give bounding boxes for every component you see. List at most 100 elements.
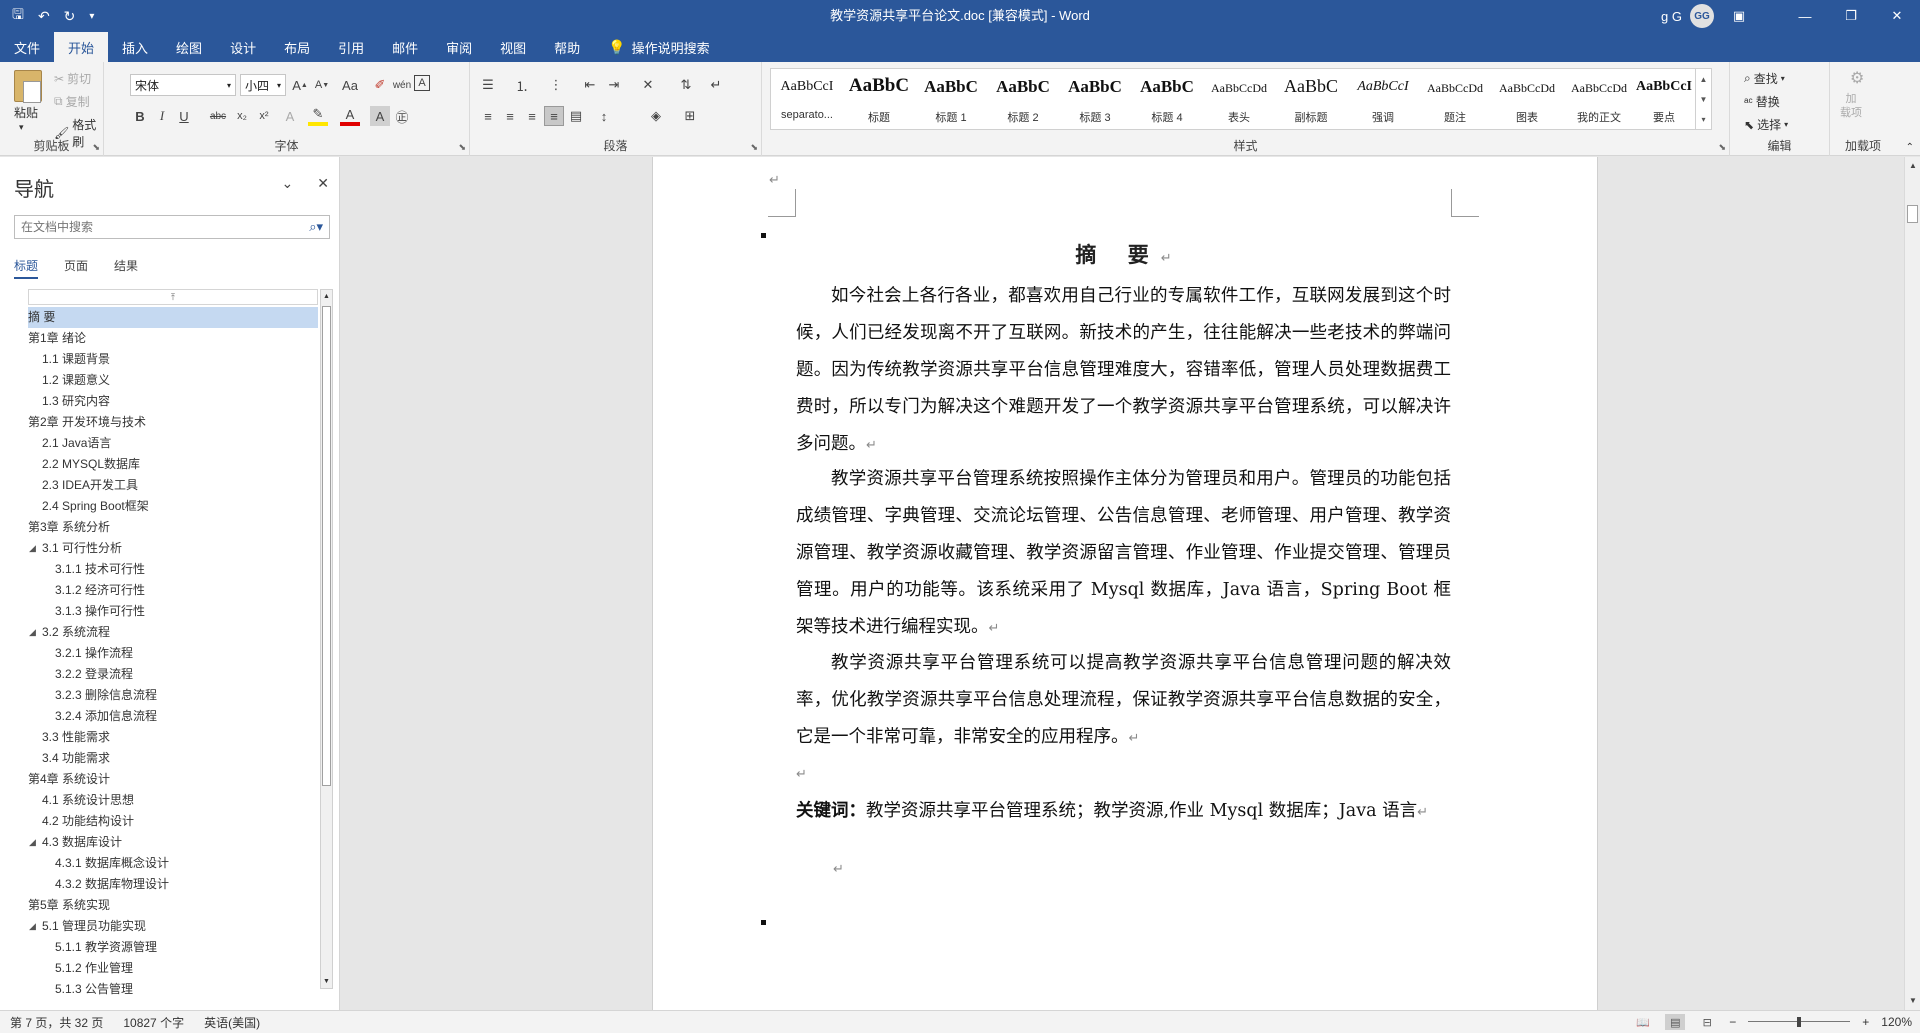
addins-button[interactable]: 加 载项: [1840, 92, 1886, 120]
read-mode-icon[interactable]: 📖: [1633, 1014, 1653, 1030]
nav-heading-item[interactable]: ◢ 3.1 可行性分析: [28, 538, 318, 559]
change-case-icon[interactable]: Aa: [340, 75, 360, 95]
customize-qat-icon[interactable]: ▾: [89, 11, 94, 22]
style-title[interactable]: AaBbC 标题: [843, 69, 915, 129]
nav-heading-item[interactable]: 4.3.1 数据库概念设计: [28, 853, 318, 874]
style-chart[interactable]: AaBbCcDd 图表: [1491, 69, 1563, 129]
nav-heading-item[interactable]: 4.2 功能结构设计: [28, 811, 318, 832]
increase-indent-icon[interactable]: ⇥: [604, 75, 624, 95]
numbering-icon[interactable]: ⒈: [512, 75, 532, 95]
nav-heading-item[interactable]: 1.3 研究内容: [28, 391, 318, 412]
enclose-characters-icon[interactable]: ㊣: [392, 106, 412, 126]
grow-font-icon[interactable]: A ▲: [290, 75, 310, 95]
paste-button[interactable]: 粘贴: [14, 104, 38, 121]
tab-design[interactable]: 设计: [216, 32, 270, 62]
abstract-paragraph-1[interactable]: 如今社会上各行各业，都喜欢用自己行业的专属软件工作，互联网发展到这个时候，人们已…: [796, 278, 1451, 464]
nav-scrollbar[interactable]: ▲ ▼: [320, 289, 333, 989]
nav-options-icon[interactable]: ⌄: [282, 175, 294, 192]
abstract-heading[interactable]: 摘 要↵: [796, 239, 1451, 269]
character-border-icon[interactable]: A: [414, 75, 430, 91]
zoom-level[interactable]: 120%: [1881, 1015, 1912, 1029]
close-icon[interactable]: ✕: [1874, 0, 1920, 32]
nav-heading-item[interactable]: 5.1.2 作业管理: [28, 958, 318, 979]
page-count[interactable]: 第 7 页，共 32 页: [10, 1014, 103, 1031]
align-right-icon[interactable]: ≡: [522, 106, 542, 126]
style-heading-1[interactable]: AaBbC 标题 1: [915, 69, 987, 129]
copy-button[interactable]: ⧉ 复制: [54, 93, 90, 110]
shading-icon[interactable]: ◈: [646, 106, 666, 126]
nav-heading-item[interactable]: 1.1 课题背景: [28, 349, 318, 370]
justify-icon[interactable]: ≡: [544, 106, 564, 126]
document-scroll-thumb[interactable]: [1907, 205, 1918, 223]
cut-button[interactable]: ✂ 剪切: [54, 70, 91, 87]
align-center-icon[interactable]: ≡: [500, 106, 520, 126]
nav-search-input[interactable]: [21, 220, 291, 234]
nav-heading-item[interactable]: ◢ 3.2 系统流程: [28, 622, 318, 643]
nav-heading-item[interactable]: 5.1.3 公告管理: [28, 979, 318, 999]
empty-paragraph[interactable]: ↵: [796, 755, 1451, 793]
tab-review[interactable]: 审阅: [432, 32, 486, 62]
tab-home[interactable]: 开始: [54, 32, 109, 62]
style-subtitle[interactable]: AaBbC 副标题: [1275, 69, 1347, 129]
nav-heading-item[interactable]: 2.3 IDEA开发工具: [28, 475, 318, 496]
expand-collapse-icon[interactable]: ◢: [29, 832, 36, 853]
phonetic-guide-icon[interactable]: wén: [392, 75, 412, 95]
nav-heading-item[interactable]: 4.3.2 数据库物理设计: [28, 874, 318, 895]
multilevel-list-icon[interactable]: ⋮: [546, 75, 566, 95]
nav-heading-item[interactable]: 2.2 MYSQL数据库: [28, 454, 318, 475]
style-heading-2[interactable]: AaBbC 标题 2: [987, 69, 1059, 129]
zoom-knob[interactable]: [1797, 1017, 1802, 1027]
borders-icon[interactable]: ⊞: [680, 106, 700, 126]
styles-launcher-icon[interactable]: ⬊: [1718, 142, 1726, 153]
tab-layout[interactable]: 布局: [270, 32, 324, 62]
nav-heading-item[interactable]: 2.1 Java语言: [28, 433, 318, 454]
nav-heading-item[interactable]: ◢第1章 绪论: [28, 328, 318, 349]
tab-file[interactable]: 文件: [0, 32, 54, 62]
restore-icon[interactable]: ❐: [1828, 0, 1874, 32]
style-key-points[interactable]: AaBbCcI 要点: [1635, 69, 1693, 129]
style-heading-3[interactable]: AaBbC 标题 3: [1059, 69, 1131, 129]
find-button[interactable]: ⌕ 查找 ▾: [1744, 70, 1785, 87]
italic-icon[interactable]: I: [152, 106, 172, 126]
scroll-down-icon[interactable]: ▼: [321, 975, 332, 988]
bold-icon[interactable]: B: [130, 106, 150, 126]
document-page[interactable]: ↵ 摘 要↵ 如今社会上各行各业，都喜欢用自己行业的专属软件工作，互联网发展到这…: [652, 157, 1598, 1010]
chevron-up-icon[interactable]: ▲: [1700, 75, 1708, 84]
ribbon-display-options-icon[interactable]: ▣: [1716, 0, 1762, 32]
paragraph-launcher-icon[interactable]: ⬊: [750, 142, 758, 153]
save-icon[interactable]: 🖫: [12, 4, 24, 28]
abstract-paragraph-3[interactable]: 教学资源共享平台管理系统可以提高教学资源共享平台信息管理问题的解决效率，优化教学…: [796, 645, 1451, 757]
nav-heading-item[interactable]: ◢第5章 系统实现: [28, 895, 318, 916]
nav-heading-item[interactable]: ◢ 5.1 管理员功能实现: [28, 916, 318, 937]
tell-me-search[interactable]: 💡 操作说明搜索: [594, 32, 723, 62]
web-layout-icon[interactable]: ⊟: [1697, 1014, 1717, 1030]
subscript-icon[interactable]: x₂: [232, 106, 252, 126]
expand-collapse-icon[interactable]: ◢: [29, 538, 36, 559]
scroll-up-icon[interactable]: ▲: [321, 290, 332, 303]
expand-collapse-icon[interactable]: ◢: [29, 916, 36, 937]
addins-icon[interactable]: ⚙: [1850, 68, 1864, 88]
line-spacing-icon[interactable]: ↕: [594, 106, 614, 126]
superscript-icon[interactable]: x²: [254, 106, 274, 126]
collapse-ribbon-icon[interactable]: ⌃: [1906, 142, 1914, 153]
nav-heading-item[interactable]: 4.1 系统设计思想: [28, 790, 318, 811]
nav-heading-item[interactable]: 3.4 功能需求: [28, 748, 318, 769]
font-name-combo[interactable]: 宋体 ▾: [130, 74, 236, 96]
nav-search-box[interactable]: ⌕▾: [14, 215, 330, 239]
tab-help[interactable]: 帮助: [540, 32, 594, 62]
select-button[interactable]: ⬉ 选择 ▾: [1744, 116, 1788, 133]
tab-mailings[interactable]: 邮件: [378, 32, 432, 62]
scroll-up-icon[interactable]: ▲: [1905, 159, 1920, 173]
nav-heading-item[interactable]: ◢第3章 系统分析: [28, 517, 318, 538]
word-count[interactable]: 10827 个字: [123, 1014, 184, 1031]
keywords-paragraph[interactable]: 关键词：教学资源共享平台管理系统；教学资源,作业 Mysql 数据库；Java …: [796, 793, 1451, 831]
scroll-down-icon[interactable]: ▼: [1905, 994, 1920, 1008]
language-indicator[interactable]: 英语(美国): [204, 1014, 260, 1031]
collapse-all-icon[interactable]: ⤒: [28, 289, 318, 305]
abstract-paragraph-2[interactable]: 教学资源共享平台管理系统按照操作主体分为管理员和用户。管理员的功能包括成绩管理、…: [796, 461, 1451, 647]
text-effects-icon[interactable]: A: [280, 106, 300, 126]
tab-insert[interactable]: 插入: [108, 32, 162, 62]
nav-heading-item[interactable]: 2.4 Spring Boot框架: [28, 496, 318, 517]
replace-button[interactable]: ᵃᶜ 替换: [1744, 93, 1780, 110]
empty-paragraph[interactable]: ↵: [833, 850, 873, 888]
